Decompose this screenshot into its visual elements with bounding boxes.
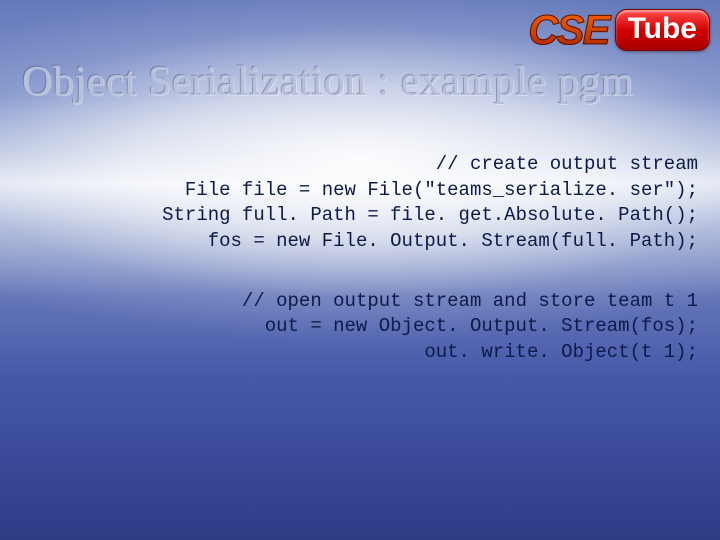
- slide: CSE Tube Object Serialization : example …: [0, 0, 720, 540]
- code-line: out. write. Object(t 1);: [22, 340, 698, 366]
- code-block: // create output stream File file = new …: [22, 152, 698, 399]
- code-line: // open output stream and store team t 1: [22, 289, 698, 315]
- code-line: // create output stream: [22, 152, 698, 178]
- cse-logo-text: CSE: [528, 6, 612, 54]
- tube-badge: Tube: [615, 9, 710, 51]
- code-group-1: // create output stream File file = new …: [22, 152, 698, 255]
- logo: CSE Tube: [528, 6, 710, 54]
- code-line: out = new Object. Output. Stream(fos);: [22, 314, 698, 340]
- code-line: String full. Path = file. get.Absolute. …: [22, 203, 698, 229]
- slide-title: Object Serialization : example pgm: [22, 58, 710, 106]
- code-group-2: // open output stream and store team t 1…: [22, 289, 698, 366]
- code-line: File file = new File("teams_serialize. s…: [22, 178, 698, 204]
- code-line: fos = new File. Output. Stream(full. Pat…: [22, 229, 698, 255]
